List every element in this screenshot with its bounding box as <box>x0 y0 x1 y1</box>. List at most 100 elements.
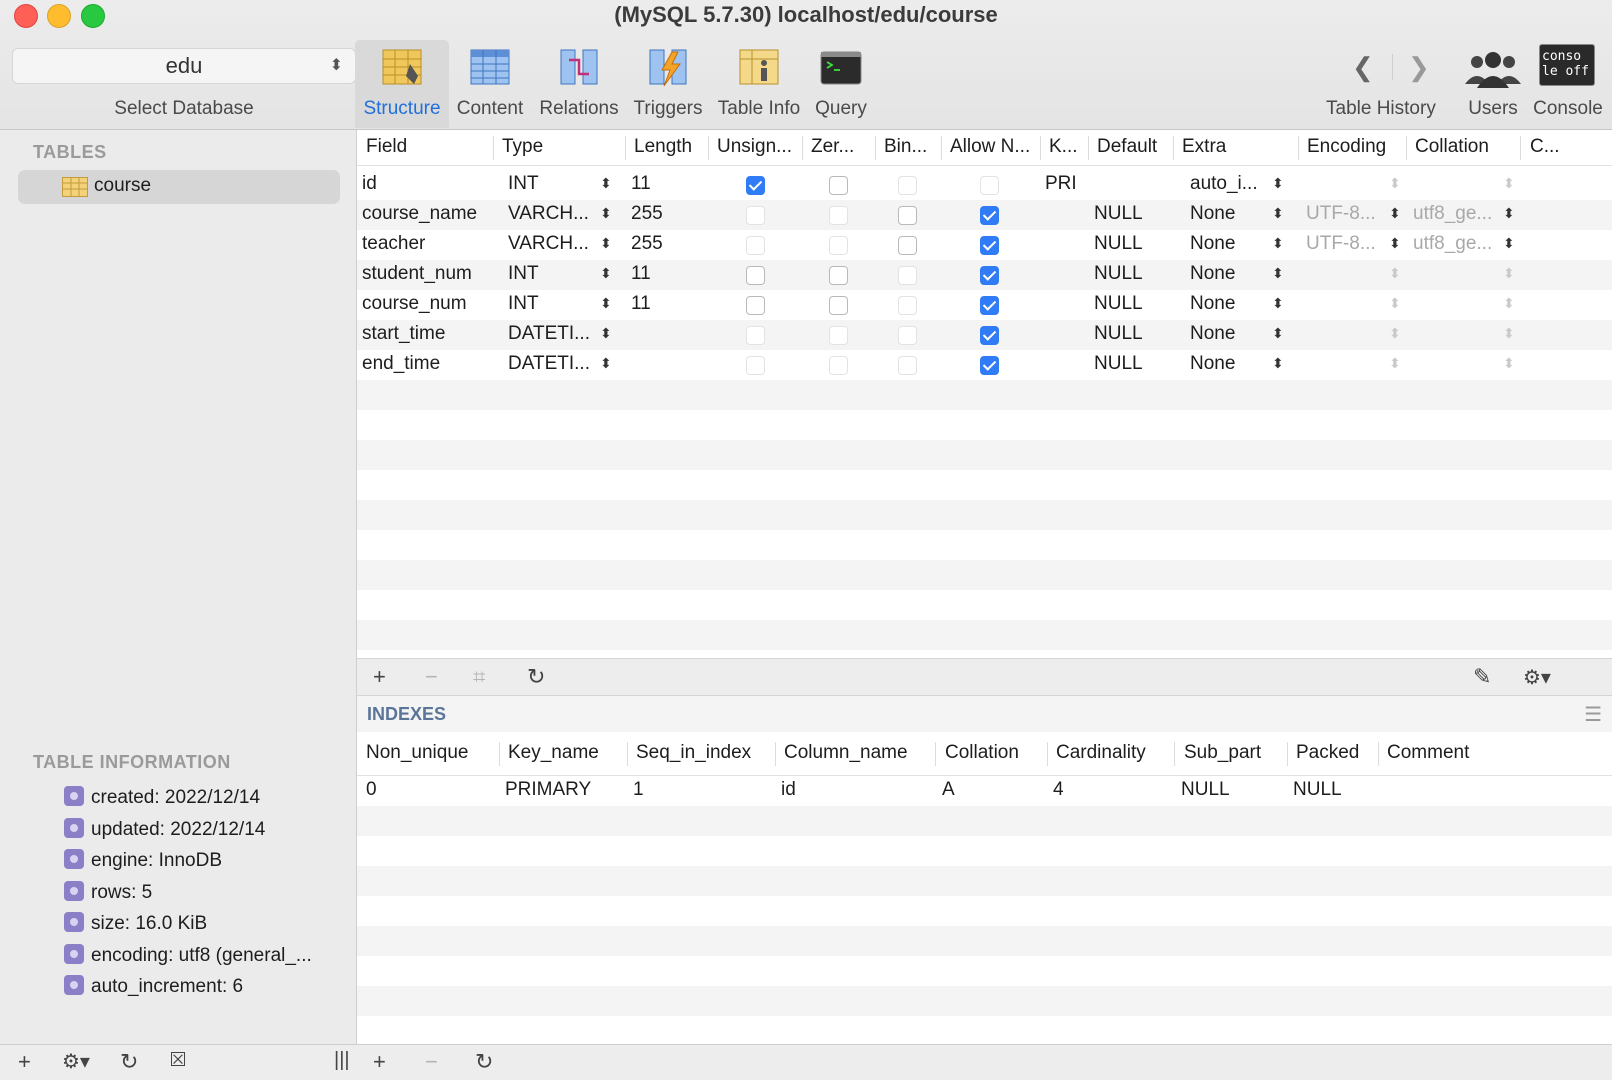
chevron-updown-icon[interactable]: ⬍ <box>1389 175 1401 192</box>
chevron-updown-icon[interactable]: ⬍ <box>1389 325 1401 342</box>
chevron-updown-icon[interactable]: ⬍ <box>1389 355 1401 372</box>
index-cell[interactable]: PRIMARY <box>505 779 591 801</box>
zerofill-checkbox[interactable] <box>829 236 848 255</box>
index-cell[interactable]: NULL <box>1293 779 1342 801</box>
table-row[interactable]: end_time DATETI... ⬍ NULL None ⬍ ⬍ ⬍ <box>357 350 1612 380</box>
field-name-cell[interactable]: end_time <box>362 353 440 375</box>
length-cell[interactable]: 11 <box>631 263 651 285</box>
remove-field-button[interactable]: − <box>425 664 438 690</box>
length-cell[interactable]: 11 <box>631 293 651 315</box>
allow-null-checkbox[interactable] <box>980 266 999 285</box>
binary-checkbox[interactable] <box>898 356 917 375</box>
extra-cell[interactable]: None <box>1190 323 1235 345</box>
unsigned-checkbox[interactable] <box>746 206 765 225</box>
column-header[interactable]: Packed <box>1296 742 1359 764</box>
chevron-updown-icon[interactable]: ⬍ <box>1272 265 1284 282</box>
refresh-icon[interactable]: ↻ <box>120 1049 138 1075</box>
tab-content[interactable]: Content <box>449 40 531 128</box>
index-cell[interactable]: 1 <box>633 779 644 801</box>
chevron-updown-icon[interactable]: ⬍ <box>1272 355 1284 372</box>
chevron-updown-icon[interactable]: ⬍ <box>1503 265 1515 282</box>
database-select[interactable]: edu ⬍ <box>12 48 356 84</box>
column-header[interactable]: C... <box>1530 136 1560 158</box>
default-cell[interactable]: NULL <box>1094 323 1143 345</box>
index-cell[interactable]: A <box>942 779 955 801</box>
tab-table-info[interactable]: Table Info <box>712 40 806 128</box>
unsigned-checkbox[interactable] <box>746 236 765 255</box>
zerofill-checkbox[interactable] <box>829 356 848 375</box>
extra-cell[interactable]: auto_i... <box>1190 173 1258 195</box>
chevron-updown-icon[interactable]: ⬍ <box>1272 295 1284 312</box>
type-cell[interactable]: VARCH... <box>508 203 589 225</box>
chevron-updown-icon[interactable]: ⬍ <box>1503 295 1515 312</box>
column-header[interactable]: Sub_part <box>1184 742 1261 764</box>
table-row[interactable] <box>357 896 1612 926</box>
table-row[interactable] <box>357 410 1612 440</box>
default-cell[interactable]: NULL <box>1094 353 1143 375</box>
table-row[interactable] <box>357 380 1612 410</box>
default-cell[interactable]: NULL <box>1094 263 1143 285</box>
table-row[interactable] <box>357 986 1612 1016</box>
chevron-updown-icon[interactable]: ⬍ <box>600 325 612 342</box>
table-row[interactable] <box>357 1016 1612 1042</box>
chevron-updown-icon[interactable]: ⬍ <box>600 355 612 372</box>
extra-cell[interactable]: None <box>1190 293 1235 315</box>
field-name-cell[interactable]: course_num <box>362 293 467 315</box>
table-row[interactable] <box>357 500 1612 530</box>
split-handle-icon[interactable]: ||| <box>334 1049 350 1072</box>
length-cell[interactable]: 11 <box>631 173 651 195</box>
binary-checkbox[interactable] <box>898 176 917 195</box>
column-header[interactable]: Length <box>634 136 692 158</box>
table-row[interactable] <box>357 956 1612 986</box>
table-row[interactable] <box>357 926 1612 956</box>
column-header[interactable]: Encoding <box>1307 136 1386 158</box>
type-cell[interactable]: DATETI... <box>508 353 590 375</box>
chevron-updown-icon[interactable]: ⬍ <box>1503 175 1515 192</box>
column-header[interactable]: Collation <box>945 742 1019 764</box>
pencil-icon[interactable]: ✎ <box>1473 664 1491 690</box>
zerofill-checkbox[interactable] <box>829 176 848 195</box>
table-row[interactable] <box>357 560 1612 590</box>
key-cell[interactable]: PRI <box>1045 173 1077 195</box>
type-cell[interactable]: DATETI... <box>508 323 590 345</box>
default-cell[interactable]: NULL <box>1094 293 1143 315</box>
index-cell[interactable]: 4 <box>1053 779 1064 801</box>
gear-icon[interactable]: ⚙▾ <box>1523 665 1551 690</box>
chevron-updown-icon[interactable]: ⬍ <box>1389 265 1401 282</box>
column-header[interactable]: Zer... <box>811 136 854 158</box>
extra-cell[interactable]: None <box>1190 203 1235 225</box>
tab-structure[interactable]: Structure <box>355 40 449 128</box>
chevron-updown-icon[interactable]: ⬍ <box>600 205 612 222</box>
zerofill-checkbox[interactable] <box>829 326 848 345</box>
console-button[interactable]: conso le off Console <box>1527 40 1609 128</box>
default-cell[interactable]: NULL <box>1094 203 1143 225</box>
default-cell[interactable]: NULL <box>1094 233 1143 255</box>
chevron-updown-icon[interactable]: ⬍ <box>1503 355 1515 372</box>
extra-cell[interactable]: None <box>1190 353 1235 375</box>
duplicate-field-button[interactable]: ⌗ <box>473 664 485 690</box>
users-button[interactable]: Users <box>1455 44 1531 128</box>
column-header[interactable]: Default <box>1097 136 1157 158</box>
type-cell[interactable]: INT <box>508 263 539 285</box>
table-row[interactable] <box>357 650 1612 658</box>
column-header[interactable]: Seq_in_index <box>636 742 751 764</box>
type-cell[interactable]: INT <box>508 293 539 315</box>
field-name-cell[interactable]: teacher <box>362 233 425 255</box>
unsigned-checkbox[interactable] <box>746 296 765 315</box>
type-cell[interactable]: VARCH... <box>508 233 589 255</box>
table-row[interactable]: course_name VARCH... ⬍ 255 NULL None ⬍ UTF-8...… <box>357 200 1612 230</box>
add-field-button[interactable]: + <box>373 664 386 690</box>
allow-null-checkbox[interactable] <box>980 356 999 375</box>
table-row[interactable]: course_num INT ⬍ 11 NULL None ⬍ ⬍ ⬍ <box>357 290 1612 320</box>
unsigned-checkbox[interactable] <box>746 176 765 195</box>
table-row[interactable] <box>357 530 1612 560</box>
refresh-icon[interactable]: ↻ <box>527 664 545 690</box>
binary-checkbox[interactable] <box>898 266 917 285</box>
chevron-updown-icon[interactable]: ⬍ <box>1272 205 1284 222</box>
table-row[interactable]: id INT ⬍ 11 PRI auto_i... ⬍ ⬍ ⬍ <box>357 170 1612 200</box>
table-row[interactable]: start_time DATETI... ⬍ NULL None ⬍ ⬍ ⬍ <box>357 320 1612 350</box>
table-row[interactable] <box>357 620 1612 650</box>
chevron-updown-icon[interactable]: ⬍ <box>1272 175 1284 192</box>
encoding-cell[interactable]: UTF-8... <box>1306 203 1376 225</box>
binary-checkbox[interactable] <box>898 296 917 315</box>
